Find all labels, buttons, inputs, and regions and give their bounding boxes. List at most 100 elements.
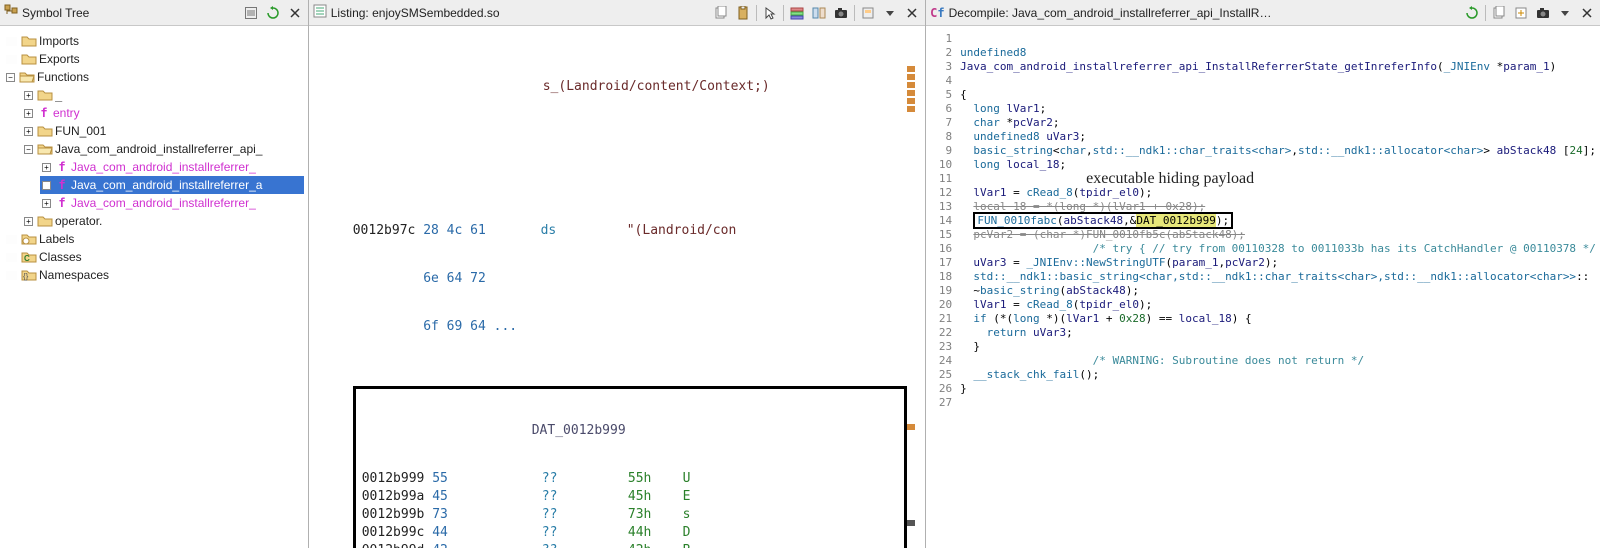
code-line[interactable]: 4 (930, 74, 1596, 88)
code-line[interactable]: 9 basic_string<char,std::__ndk1::char_tr… (930, 144, 1596, 158)
paste-button[interactable] (734, 4, 752, 22)
code-line[interactable]: 11 (930, 172, 1596, 186)
copy-button[interactable] (1490, 4, 1508, 22)
listing-panel: Listing: enjoySMSembedded.so s_(Landroid… (309, 0, 926, 548)
decompile-title: Decompile: Java_com_android_installrefer… (949, 6, 1272, 20)
tree-item-exports[interactable]: Exports (39, 50, 80, 68)
close-button[interactable] (286, 4, 304, 22)
tree-item-labels[interactable]: Labels (39, 230, 74, 248)
folder-icon: C (21, 250, 37, 264)
code-line[interactable]: 16 /* try { // try from 00110328 to 0011… (930, 242, 1596, 256)
dat-label: DAT_0012b999 (532, 423, 626, 438)
folder-open-icon (37, 142, 53, 156)
folder-icon (37, 214, 53, 228)
code-line[interactable]: 22 return uVar3; (930, 326, 1596, 340)
code-line[interactable]: 10 long local_18; (930, 158, 1596, 172)
function-icon: f (37, 104, 51, 122)
code-line[interactable]: 3Java_com_android_installreferrer_api_In… (930, 60, 1596, 74)
tree-item-fn3[interactable]: Java_com_android_installreferrer_ (71, 194, 256, 212)
tree-item-namespaces[interactable]: Namespaces (39, 266, 109, 284)
expand-toggle[interactable]: + (42, 163, 51, 172)
function-icon: f (55, 158, 69, 176)
tree-item-classes[interactable]: Classes (39, 248, 82, 266)
function-icon: f (55, 194, 69, 212)
tree-item-entry[interactable]: entry (53, 104, 80, 122)
fields-button[interactable] (788, 4, 806, 22)
refresh-button[interactable] (264, 4, 282, 22)
code-line[interactable]: 20 lVar1 = cRead_8(tpidr_el0); (930, 298, 1596, 312)
code-line[interactable]: 1 (930, 32, 1596, 46)
folder-icon (37, 88, 53, 102)
listing-title: Listing: enjoySMSembedded.so (331, 6, 500, 20)
label-line: s_(Landroid/content/Context;) (543, 79, 907, 97)
code-line[interactable]: 24 /* WARNING: Subroutine does not retur… (930, 354, 1596, 368)
expand-toggle[interactable]: + (24, 127, 33, 136)
dropdown-menu[interactable] (881, 4, 899, 22)
code-line[interactable]: 15 pcVar2 = (char *)FUN_0010fb5c(abStack… (930, 228, 1596, 242)
cursor-button[interactable] (761, 4, 779, 22)
tree-icon (4, 4, 18, 21)
svg-text:{}: {} (23, 272, 29, 281)
code-line[interactable]: 8 undefined8 uVar3; (930, 130, 1596, 144)
close-button[interactable] (1578, 4, 1596, 22)
decompile-panel: Cf Decompile: Java_com_android_installre… (926, 0, 1600, 548)
collapse-toggle[interactable]: − (6, 73, 15, 82)
folder-icon (21, 52, 37, 66)
dropdown-menu[interactable] (1556, 4, 1574, 22)
toggle-hover-button[interactable] (859, 4, 877, 22)
decompile-view[interactable]: 12undefined83Java_com_android_installref… (926, 26, 1600, 548)
highlighted-data-block: DAT_0012b999 0012b999 55 ?? 55h U0012b99… (353, 386, 907, 548)
expand-toggle[interactable]: + (42, 181, 51, 190)
tree-item-fn1[interactable]: Java_com_android_installreferrer_ (71, 158, 256, 176)
code-line[interactable]: 14 FUN_0010fabc(abStack48,&DAT_0012b999)… (930, 214, 1596, 228)
tree-item-selected[interactable]: +fJava_com_android_installreferrer_a (40, 176, 304, 194)
code-line[interactable]: 5{ (930, 88, 1596, 102)
folder-icon (37, 124, 53, 138)
listing-header: Listing: enjoySMSembedded.so (309, 0, 925, 26)
snapshot-button[interactable] (1534, 4, 1552, 22)
diff-button[interactable] (810, 4, 828, 22)
code-line[interactable]: 21 if (*(long *)(lVar1 + 0x28) == local_… (930, 312, 1596, 326)
folder-icon (21, 34, 37, 48)
snapshot-button[interactable] (832, 4, 850, 22)
export-button[interactable] (1512, 4, 1530, 22)
copy-button[interactable] (712, 4, 730, 22)
code-line[interactable]: 2undefined8 (930, 46, 1596, 60)
overview-ruler[interactable] (907, 66, 915, 526)
svg-text:C: C (24, 254, 30, 263)
tree-item-operator[interactable]: operator. (55, 212, 102, 230)
symbol-tree-header: Symbol Tree (0, 0, 308, 26)
code-line[interactable]: 6 long lVar1; (930, 102, 1596, 116)
code-line[interactable]: 18 std::__ndk1::basic_string<char,std::_… (930, 270, 1596, 284)
tree-item-pkg[interactable]: Java_com_android_installreferrer_api_ (55, 140, 262, 158)
folder-icon (21, 232, 37, 246)
function-icon: f (55, 176, 69, 194)
collapse-toggle[interactable]: − (24, 145, 33, 154)
expand-toggle[interactable]: + (24, 91, 33, 100)
symbol-tree[interactable]: Imports Exports −Functions +_ +fentry +F… (4, 32, 304, 284)
tree-item-underscore[interactable]: _ (55, 86, 62, 104)
code-line[interactable]: 17 uVar3 = _JNIEnv::NewStringUTF(param_1… (930, 256, 1596, 270)
decompile-header: Cf Decompile: Java_com_android_installre… (926, 0, 1600, 26)
expand-toggle[interactable]: + (42, 199, 51, 208)
rerun-button[interactable] (1463, 4, 1481, 22)
code-line[interactable]: 25 __stack_chk_fail(); (930, 368, 1596, 382)
code-line[interactable]: 27 (930, 396, 1596, 410)
symbol-tree-panel: Symbol Tree Imports Exports − Functions +… (0, 0, 309, 548)
expand-toggle[interactable]: + (24, 109, 33, 118)
close-button[interactable] (903, 4, 921, 22)
tree-item-functions[interactable]: Functions (37, 68, 89, 86)
code-line[interactable]: 7 char *pcVar2; (930, 116, 1596, 130)
listing-view[interactable]: s_(Landroid/content/Context;) 0012b97c 2… (309, 26, 925, 548)
code-line[interactable]: 26} (930, 382, 1596, 396)
expand-toggle[interactable]: + (24, 217, 33, 226)
tree-item-fun001[interactable]: FUN_001 (55, 122, 106, 140)
folder-open-icon (19, 70, 35, 84)
code-line[interactable]: 23 } (930, 340, 1596, 354)
annotation-callout: executable hiding payload (1086, 170, 1254, 188)
tree-item-imports[interactable]: Imports (39, 32, 79, 50)
code-line[interactable]: 12 lVar1 = cRead_8(tpidr_el0); (930, 186, 1596, 200)
decompile-icon: Cf (930, 6, 944, 20)
config-button[interactable] (242, 4, 260, 22)
code-line[interactable]: 19 ~basic_string(abStack48); (930, 284, 1596, 298)
